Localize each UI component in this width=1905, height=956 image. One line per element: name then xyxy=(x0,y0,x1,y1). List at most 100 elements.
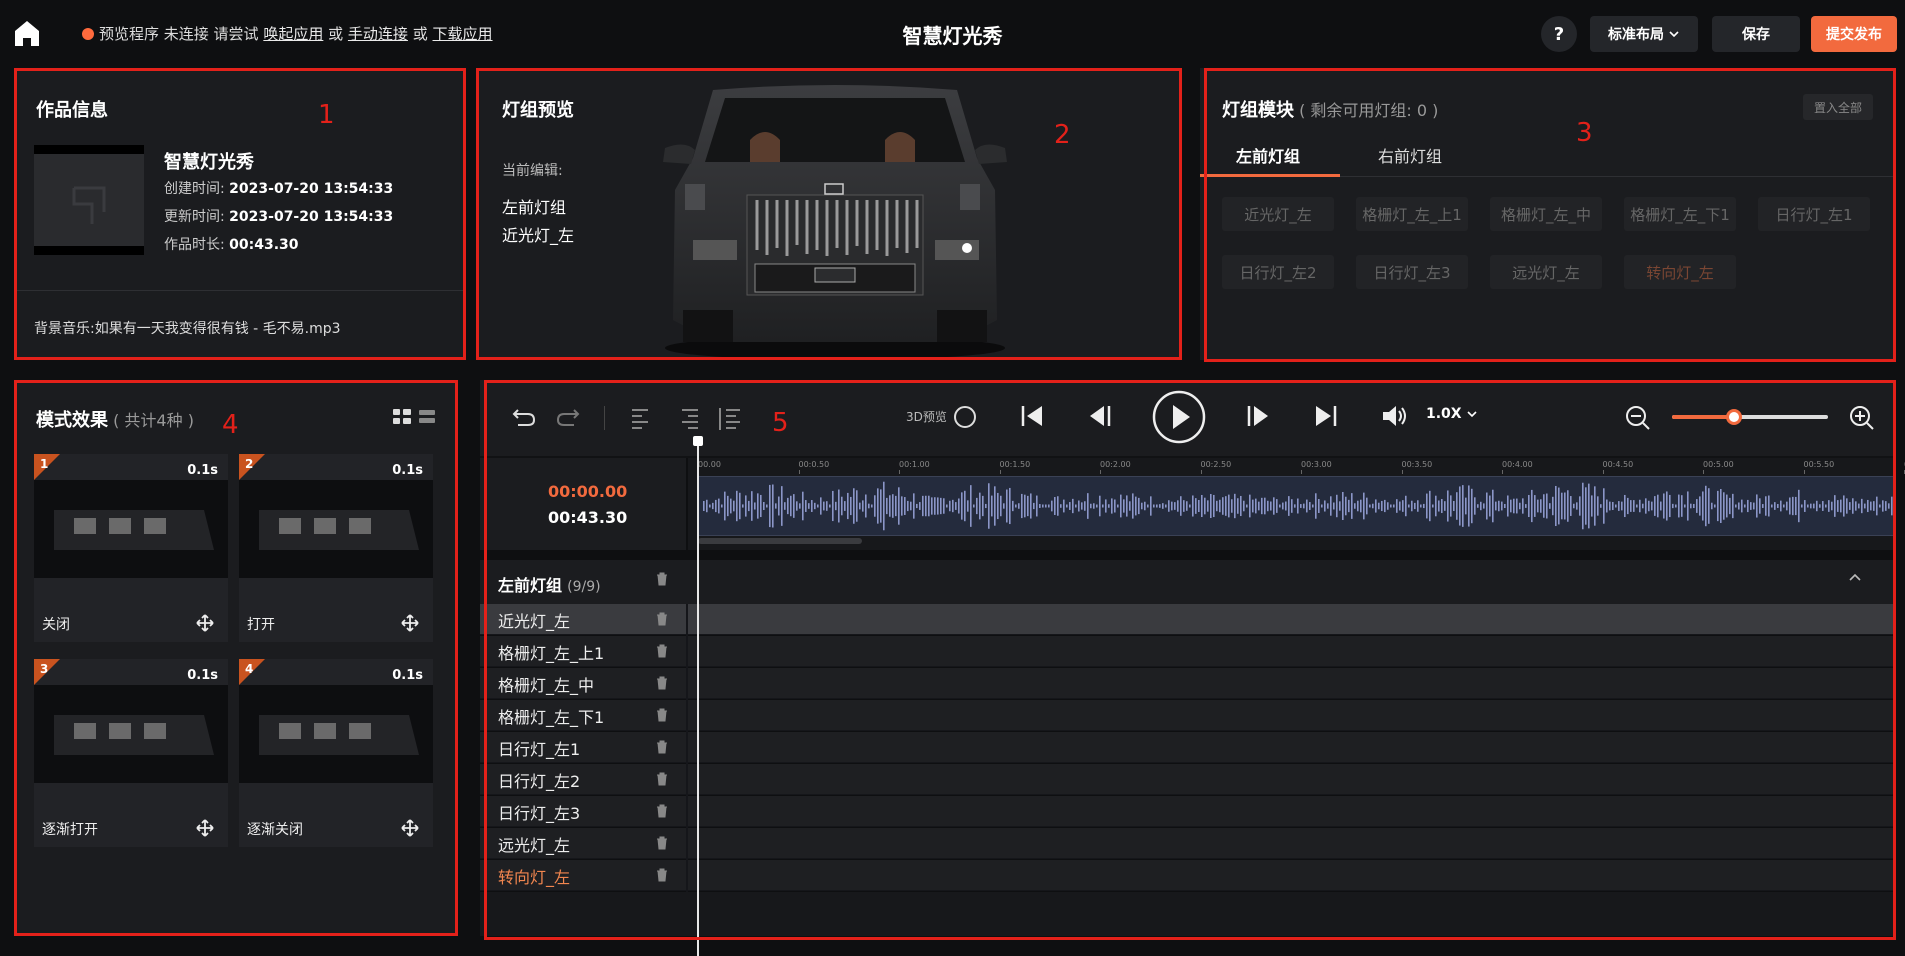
waveform-bar xyxy=(1762,504,1764,508)
volume-icon[interactable] xyxy=(1380,402,1408,430)
work-logo-icon xyxy=(72,186,106,224)
list-view-icon[interactable] xyxy=(418,408,436,426)
help-button[interactable]: ? xyxy=(1541,16,1577,52)
redo-icon[interactable] xyxy=(554,402,582,430)
zoom-in-icon[interactable] xyxy=(1848,404,1876,432)
move-icon[interactable] xyxy=(401,819,419,837)
waveform-bar xyxy=(1540,499,1542,513)
track-row[interactable] xyxy=(480,860,1896,891)
trash-icon[interactable] xyxy=(656,644,668,658)
waveform-bar xyxy=(1753,502,1755,510)
track-row[interactable] xyxy=(480,700,1896,731)
waveform-bar xyxy=(1159,504,1161,508)
effect-name: 逐渐打开 xyxy=(42,822,98,838)
waveform-bar xyxy=(1075,504,1077,508)
layout-dropdown[interactable]: 标准布局 xyxy=(1590,16,1698,52)
align-right-icon[interactable] xyxy=(674,404,702,432)
zoom-slider-track[interactable] xyxy=(1672,409,1828,425)
waveform-bar xyxy=(1462,485,1464,527)
module-chip[interactable]: 日行灯_左1 xyxy=(1758,197,1870,231)
trash-icon[interactable] xyxy=(656,676,668,690)
move-icon[interactable] xyxy=(196,614,214,632)
waveform-bar xyxy=(1153,504,1155,508)
waveform-bar xyxy=(1483,503,1485,509)
home-icon[interactable] xyxy=(12,18,42,48)
waveform-bar xyxy=(1246,504,1248,508)
trash-icon[interactable] xyxy=(656,804,668,818)
wake-app-link[interactable]: 唤起应用 xyxy=(263,25,323,43)
trash-icon[interactable] xyxy=(656,708,668,722)
track-row[interactable] xyxy=(480,732,1896,763)
waveform-bar xyxy=(1162,503,1164,509)
skip-to-end-icon[interactable] xyxy=(1312,402,1340,430)
tab-right-front-group[interactable]: 右前灯组 xyxy=(1378,143,1442,167)
waveform-bar xyxy=(721,504,723,508)
chevron-up-icon[interactable] xyxy=(1848,572,1862,582)
track-row[interactable] xyxy=(480,668,1896,699)
download-app-link[interactable]: 下载应用 xyxy=(433,25,493,43)
trash-icon[interactable] xyxy=(656,612,668,626)
module-chip[interactable]: 格栅灯_左_中 xyxy=(1490,197,1602,231)
waveform-bar xyxy=(853,488,855,524)
skip-to-start-icon[interactable] xyxy=(1018,402,1046,430)
move-icon[interactable] xyxy=(401,614,419,632)
track-group-header[interactable] xyxy=(480,560,1896,604)
trash-icon[interactable] xyxy=(656,740,668,754)
playhead[interactable] xyxy=(697,440,699,956)
waveform-bar xyxy=(1183,500,1185,512)
ruler-tick-label: 00:2.50 xyxy=(1200,460,1232,469)
waveform-bar xyxy=(1072,498,1074,514)
track-label: 格栅灯_左_下1 xyxy=(498,708,605,727)
trash-icon[interactable] xyxy=(656,868,668,882)
effect-card[interactable]: 4 0.1s 逐渐关闭 xyxy=(239,659,433,847)
align-left-icon[interactable] xyxy=(628,404,656,432)
connection-status: 预览程序 未连接 请尝试 唤起应用 或 手动连接 或 下载应用 xyxy=(82,23,493,44)
effect-card[interactable]: 3 0.1s 逐渐打开 xyxy=(34,659,228,847)
waveform-bar xyxy=(1657,494,1659,518)
effect-card[interactable]: 2 0.1s 打开 xyxy=(239,454,433,642)
waveform-bar xyxy=(1795,496,1797,516)
publish-button[interactable]: 提交发布 xyxy=(1811,16,1897,52)
waveform-bar xyxy=(1390,504,1392,508)
waveform-bar xyxy=(1261,497,1263,515)
import-all-button[interactable]: 置入全部 xyxy=(1803,94,1873,120)
step-back-icon[interactable] xyxy=(1086,402,1114,430)
zoom-out-icon[interactable] xyxy=(1624,404,1652,432)
move-icon[interactable] xyxy=(196,819,214,837)
waveform-bar xyxy=(898,487,900,525)
waveform-bar xyxy=(1366,497,1368,515)
audio-clip[interactable] xyxy=(698,476,1896,536)
module-chip[interactable]: 格栅灯_左_上1 xyxy=(1356,197,1468,231)
track-row[interactable] xyxy=(480,764,1896,795)
trash-icon[interactable] xyxy=(656,836,668,850)
grid-view-icon[interactable] xyxy=(392,408,412,426)
track-row[interactable] xyxy=(480,636,1896,667)
waveform-bar xyxy=(1594,486,1596,526)
track-row[interactable] xyxy=(480,828,1896,859)
track-row[interactable] xyxy=(480,604,1896,635)
track-row[interactable] xyxy=(480,796,1896,827)
distribute-icon[interactable] xyxy=(716,404,744,432)
module-chip[interactable]: 远光灯_左 xyxy=(1490,255,1602,289)
module-chip[interactable]: 日行灯_左3 xyxy=(1356,255,1468,289)
module-chip[interactable]: 转向灯_左 xyxy=(1624,255,1736,289)
horizontal-scrollbar[interactable] xyxy=(698,538,862,544)
play-button[interactable] xyxy=(1152,390,1206,444)
tab-left-front-group[interactable]: 左前灯组 xyxy=(1236,143,1300,167)
manual-connect-link[interactable]: 手动连接 xyxy=(348,25,408,43)
save-button[interactable]: 保存 xyxy=(1712,16,1800,52)
waveform-bar xyxy=(1522,498,1524,514)
preview-3d-toggle[interactable] xyxy=(954,406,976,428)
undo-icon[interactable] xyxy=(510,402,538,430)
speed-dropdown[interactable]: 1.0X xyxy=(1426,406,1478,422)
module-chip[interactable]: 格栅灯_左_下1 xyxy=(1624,197,1736,231)
module-chip[interactable]: 近光灯_左 xyxy=(1222,197,1334,231)
trash-icon[interactable] xyxy=(656,772,668,786)
playhead-handle[interactable] xyxy=(693,436,703,446)
waveform-bar xyxy=(820,497,822,515)
step-forward-icon[interactable] xyxy=(1244,402,1272,430)
waveform-bar xyxy=(1387,502,1389,510)
effect-card[interactable]: 1 0.1s 关闭 xyxy=(34,454,228,642)
module-chip[interactable]: 日行灯_左2 xyxy=(1222,255,1334,289)
trash-icon[interactable] xyxy=(656,572,668,586)
